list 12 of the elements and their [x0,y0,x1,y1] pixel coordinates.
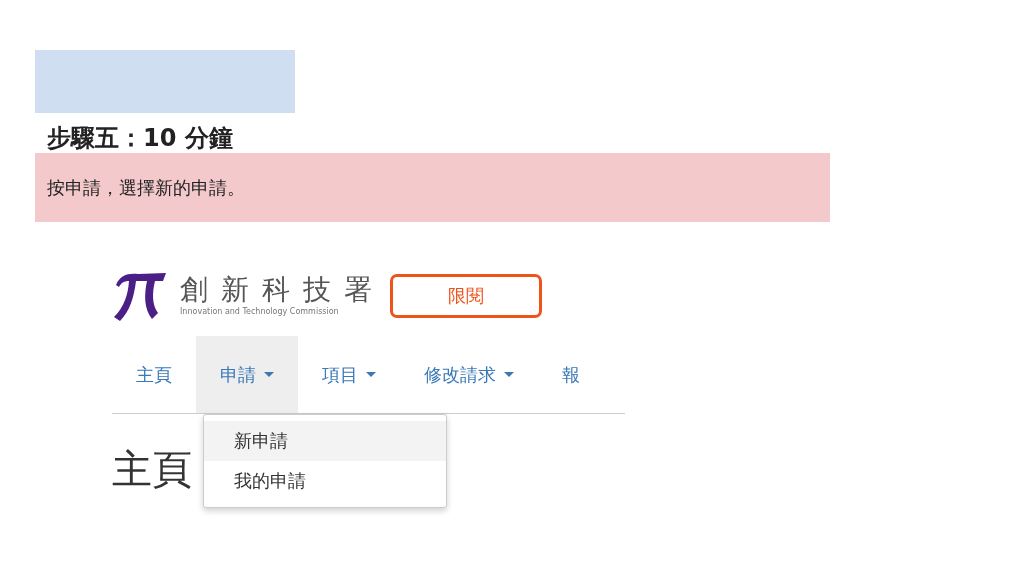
page-heading: 主頁 [112,445,193,494]
organization-name: 創 新 科 技 署 [180,274,374,306]
nav-item[interactable]: 項目 [298,336,400,413]
instruction-text: 按申請，選擇新的申請。 [47,175,245,200]
nav-item[interactable]: 主頁 [112,336,196,413]
menu-item[interactable]: 我的申請 [204,461,446,501]
organization-subtitle: Innovation and Technology Commission [180,306,340,318]
slide-title: 步驟五：10 分鐘 [47,123,234,153]
restricted-button[interactable]: 限閱 [389,274,542,318]
nav-item[interactable]: 報 [538,336,604,413]
menu-item[interactable]: 新申請 [204,421,446,461]
nav-item[interactable]: 修改請求 [400,336,538,413]
